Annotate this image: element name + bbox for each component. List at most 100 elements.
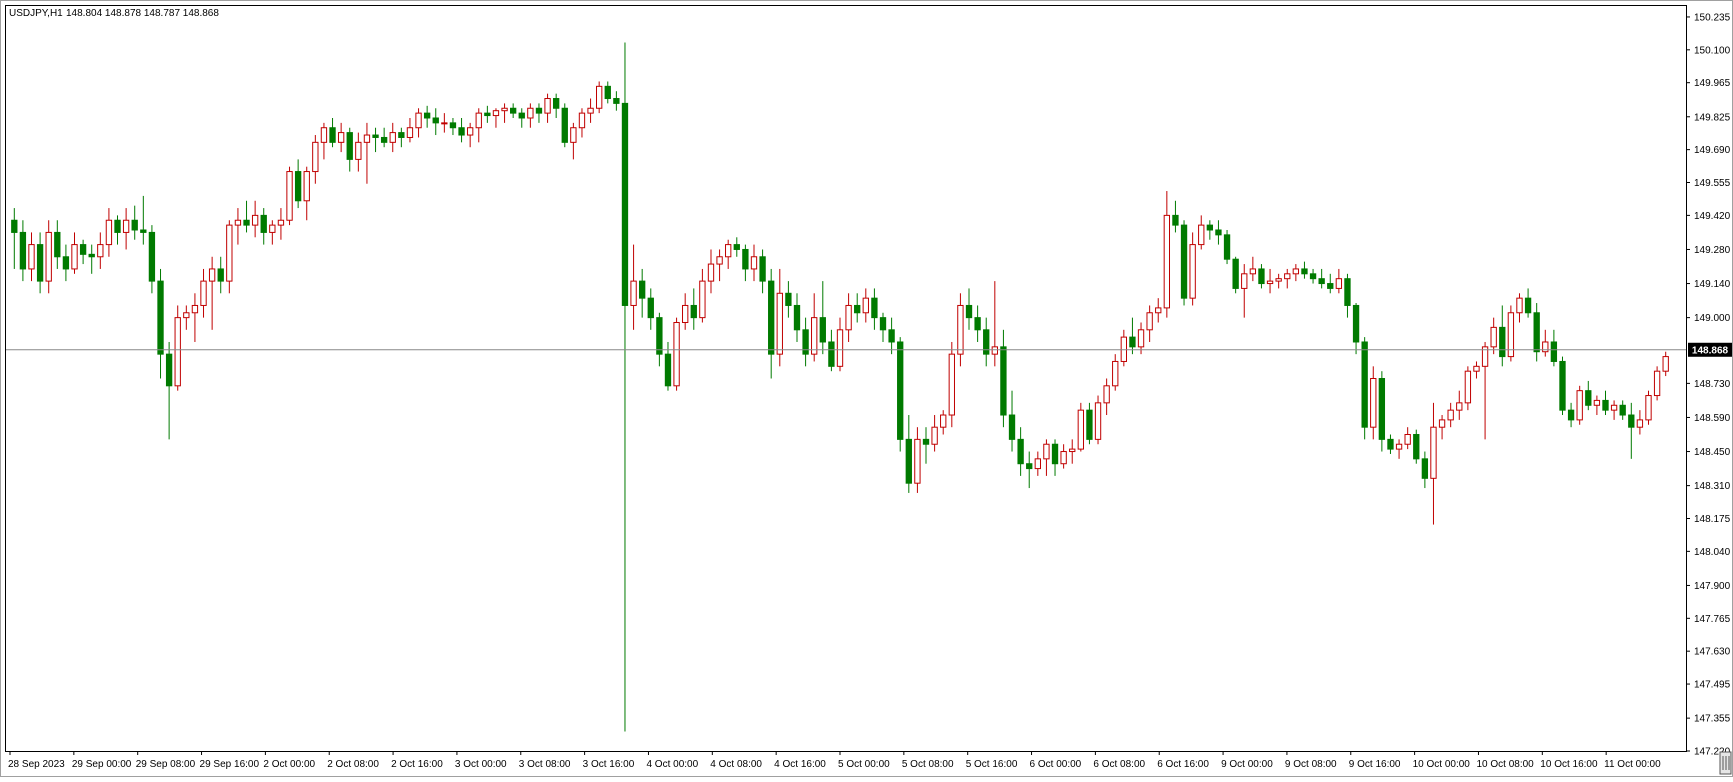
candle-body: [845, 304, 852, 331]
candle-body: [1421, 458, 1429, 479]
candle-body: [879, 317, 887, 331]
candle-body: [449, 122, 457, 129]
candle-body: [1413, 433, 1420, 460]
candle-body: [630, 280, 637, 306]
candle-body: [1008, 414, 1016, 440]
candle-body: [587, 107, 594, 114]
candle-body: [140, 229, 147, 233]
candle: [1361, 337, 1368, 440]
candle-body: [165, 353, 173, 387]
candle-body: [793, 304, 801, 331]
y-tick-label: 148.040: [1694, 547, 1731, 558]
candle-body: [1602, 399, 1609, 411]
y-tick-label: 149.280: [1694, 245, 1731, 256]
candle-body: [1567, 409, 1575, 421]
candle-body: [217, 268, 224, 282]
candle-body: [286, 171, 293, 221]
candle-body: [226, 224, 233, 282]
candle-body: [613, 98, 620, 104]
candle-body: [1550, 341, 1558, 362]
candle-body: [1524, 297, 1532, 314]
candle-body: [664, 353, 672, 387]
x-tick-label: 6 Oct 08:00: [1093, 759, 1145, 770]
candle-body: [673, 322, 680, 387]
candle-body: [122, 219, 130, 233]
candle-body: [1180, 224, 1188, 299]
candle-body: [922, 438, 930, 445]
candle-body: [1172, 214, 1179, 226]
candle-body: [1112, 360, 1119, 387]
candle-body: [191, 304, 199, 314]
candle-body: [492, 110, 500, 117]
candle-body: [501, 107, 508, 112]
candle-body: [1464, 370, 1472, 404]
candle-body: [561, 107, 568, 143]
candlestick-chart: 150.235 150.100 149.965 149.825 149.690 149.5…: [0, 0, 1733, 777]
candle-body: [1636, 419, 1644, 428]
candle-body: [71, 244, 78, 270]
candle-body: [260, 214, 267, 233]
symbol-label: USDJPY,H1: [9, 8, 63, 19]
y-tick-label: 147.765: [1694, 614, 1731, 625]
candle-body: [1077, 409, 1084, 450]
y-tick-label: 148.450: [1694, 447, 1731, 458]
candle-body: [544, 98, 551, 114]
candle-body: [552, 98, 560, 109]
candle-body: [1516, 297, 1523, 314]
x-tick-label: 2 Oct 00:00: [263, 759, 315, 770]
candle-body: [1034, 458, 1041, 470]
candle-body: [11, 219, 18, 233]
candle-body: [406, 127, 414, 138]
candle: [1223, 229, 1231, 265]
candle-body: [914, 438, 921, 484]
candle: [1180, 220, 1188, 306]
x-tick-label: 5 Oct 08:00: [902, 759, 954, 770]
x-tick-label: 4 Oct 00:00: [646, 759, 698, 770]
candle-body: [1137, 329, 1145, 348]
candle-body: [475, 112, 482, 129]
candle-body: [88, 253, 95, 258]
candle-body: [1344, 278, 1351, 306]
candle-body: [1069, 448, 1076, 453]
candle-body: [1223, 234, 1231, 260]
candle-body: [639, 280, 646, 299]
candle-body: [1232, 258, 1239, 289]
candle: [1653, 366, 1661, 401]
candle-body: [699, 280, 706, 319]
y-tick-label: 149.690: [1694, 145, 1731, 156]
y-tick-label: 148.590: [1694, 413, 1731, 424]
x-tick-label: 2 Oct 16:00: [391, 759, 443, 770]
x-tick-label: 10 Oct 00:00: [1413, 759, 1471, 770]
candle-body: [983, 329, 990, 355]
candle-body: [1447, 409, 1454, 421]
candle-body: [131, 219, 138, 231]
chart-canvas: 150.235 150.100 149.965 149.825 149.690 149.5…: [0, 0, 1733, 777]
candle-body: [1086, 409, 1093, 440]
scroll-grip-icon[interactable]: [1719, 751, 1732, 775]
candle-body: [578, 112, 586, 129]
candle-body: [1309, 273, 1317, 280]
x-tick-label: 3 Oct 16:00: [583, 759, 635, 770]
plot-frame: [5, 5, 1687, 752]
x-tick-label: 9 Oct 00:00: [1221, 759, 1273, 770]
x-tick-label: 4 Oct 08:00: [710, 759, 762, 770]
candle-body: [174, 317, 181, 387]
price-tag-label: 148.868: [1692, 345, 1729, 356]
candle-body: [329, 127, 336, 143]
candle-body: [897, 341, 904, 440]
candle-body: [811, 317, 818, 355]
candle-body: [36, 244, 44, 282]
candle-body: [596, 85, 603, 109]
candle: [1378, 371, 1386, 452]
candle-body: [303, 171, 310, 202]
candle-body: [1129, 336, 1136, 348]
candle-body: [931, 426, 938, 445]
candle-body: [1163, 214, 1171, 309]
candle-body: [1327, 283, 1334, 289]
candle-body: [355, 141, 362, 160]
candle-body: [1438, 419, 1446, 428]
x-tick-label: 6 Oct 16:00: [1157, 759, 1209, 770]
candle-body: [1094, 402, 1102, 440]
candle-body: [1456, 402, 1463, 411]
candle-body: [1387, 438, 1394, 450]
